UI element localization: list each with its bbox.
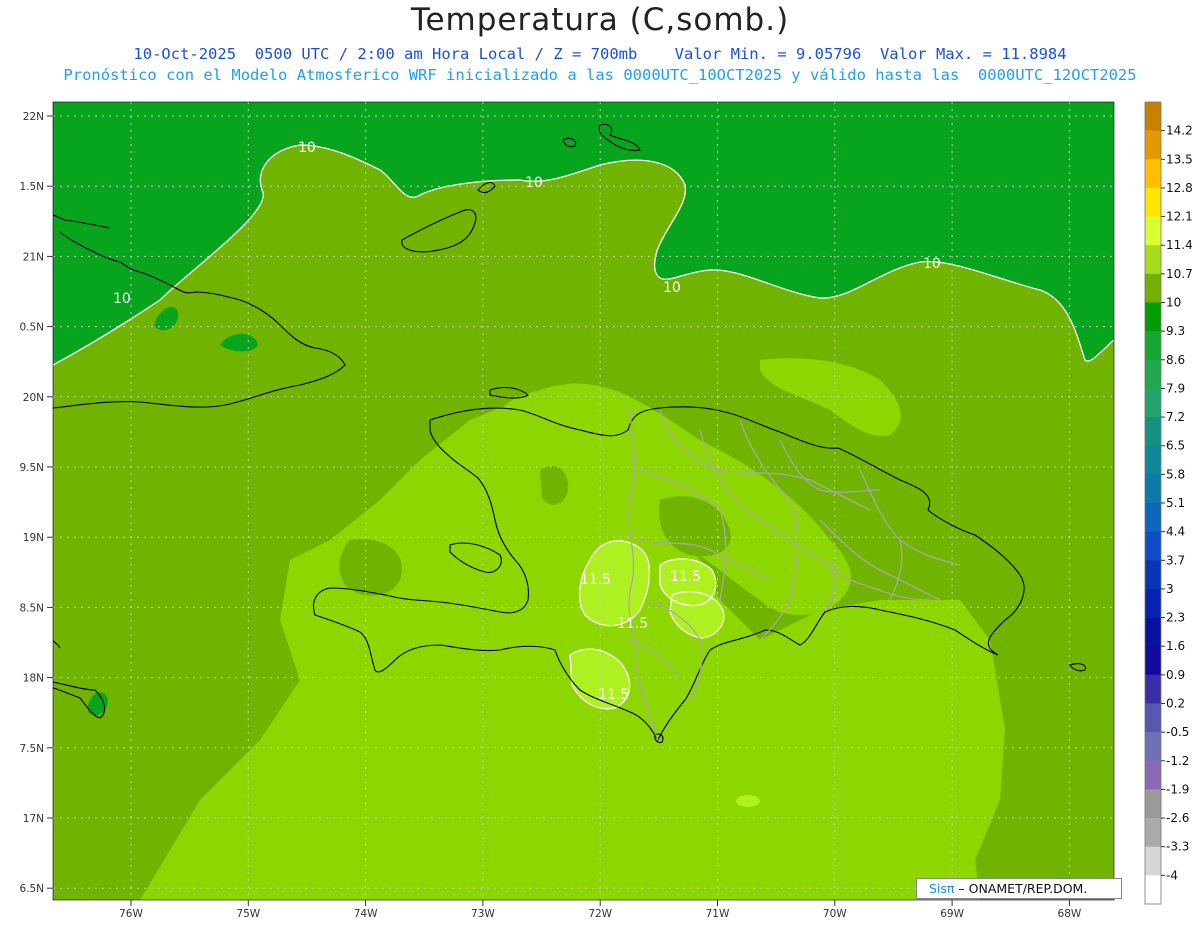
lon-tick-label: 75W <box>236 908 260 920</box>
band-11-4-patch <box>736 795 760 807</box>
color-scale-swatch <box>1145 617 1161 647</box>
color-scale-swatch <box>1145 273 1161 303</box>
lon-tick-label: 69W <box>940 908 964 920</box>
color-scale-label: 3.7 <box>1166 553 1185 567</box>
lat-tick-label: 7.5N <box>19 743 44 755</box>
color-scale-label: 13.5 <box>1166 152 1193 166</box>
color-scale-label: 1.6 <box>1166 639 1185 653</box>
contour-label: 10 <box>923 256 941 272</box>
color-scale-label: -0.5 <box>1166 725 1189 739</box>
lat-tick-label: 18N <box>23 673 44 685</box>
color-scale-label: 5.8 <box>1166 467 1185 481</box>
color-scale-swatch <box>1145 102 1161 131</box>
color-scale-swatch <box>1145 302 1161 332</box>
color-scale-swatch <box>1145 588 1161 618</box>
color-scale-swatch <box>1145 789 1161 819</box>
color-scale-swatch <box>1145 846 1161 876</box>
color-scale-label: 9.3 <box>1166 324 1185 338</box>
lat-tick-label: 21N <box>23 251 44 263</box>
color-scale-swatch <box>1145 703 1161 733</box>
color-scale-label: 5.1 <box>1166 496 1185 510</box>
color-scale-swatch <box>1145 187 1161 217</box>
color-scale-swatch <box>1145 245 1161 275</box>
color-scale-swatch <box>1145 674 1161 704</box>
color-scale-swatch <box>1145 732 1161 762</box>
color-scale-swatch <box>1145 875 1161 905</box>
color-scale-label: 2.3 <box>1166 611 1185 625</box>
contour-label: 11.5 <box>617 616 648 632</box>
color-scale-swatch <box>1145 445 1161 475</box>
contour-label: 10 <box>298 140 316 156</box>
color-scale-swatch <box>1145 646 1161 676</box>
lat-tick-label: 19N <box>23 532 44 544</box>
credit-text: – ONAMET/REP.DOM. <box>954 881 1088 896</box>
color-scale-label: 11.4 <box>1166 238 1193 252</box>
color-scale-label: 7.2 <box>1166 410 1185 424</box>
contour-label: 10 <box>663 280 681 296</box>
color-scale-label: -1.9 <box>1166 782 1189 796</box>
shaded-field <box>53 102 1114 900</box>
lat-tick-label: 0.5N <box>19 322 44 334</box>
color-scale-swatch <box>1145 388 1161 418</box>
color-scale-label: 10.7 <box>1166 267 1193 281</box>
lon-tick-label: 70W <box>823 908 847 920</box>
color-scale-label: 10 <box>1166 296 1181 310</box>
lon-tick-label: 76W <box>119 908 143 920</box>
color-scale-swatch <box>1145 159 1161 189</box>
color-scale-label: 14.2 <box>1166 124 1193 138</box>
lat-tick-label: 17N <box>23 813 44 825</box>
temperature-map: 10 10 10 10 10 11.5 11.5 11.5 11.5 22N 1.… <box>19 101 1193 920</box>
color-scale-label: 0.9 <box>1166 668 1185 682</box>
longitude-axis: 76W 75W 74W 73W 72W 71W 70W 69W 68W <box>119 900 1082 920</box>
color-scale-swatch <box>1145 359 1161 389</box>
color-scale-swatch <box>1145 531 1161 561</box>
credit-box: Sisπ – ONAMET/REP.DOM. <box>916 878 1122 899</box>
color-scale-label: 4.4 <box>1166 525 1185 539</box>
color-scale-label: -1.2 <box>1166 754 1189 768</box>
contour-label: 11.5 <box>580 572 611 588</box>
color-scale-swatch <box>1145 474 1161 504</box>
lon-tick-label: 72W <box>588 908 612 920</box>
color-scale-swatch <box>1145 130 1161 160</box>
lat-tick-label: 1.5N <box>19 181 44 193</box>
color-scale-swatch <box>1145 818 1161 848</box>
color-scale-label: 7.9 <box>1166 381 1185 395</box>
color-scale-swatch <box>1145 331 1161 361</box>
color-scale-label: 3 <box>1166 582 1174 596</box>
latitude-axis: 22N 1.5N 21N 0.5N 20N 9.5N 19N 8.5N 18N 7.5N 17N 6.… <box>19 111 53 895</box>
color-scale-label: -4 <box>1166 868 1178 882</box>
color-scale-swatch <box>1145 503 1161 532</box>
lat-tick-label: 22N <box>23 111 44 123</box>
lon-tick-label: 68W <box>1058 908 1082 920</box>
lon-tick-label: 74W <box>354 908 378 920</box>
color-scale-label: 6.5 <box>1166 439 1185 453</box>
color-scale-label: 8.6 <box>1166 353 1185 367</box>
color-scale-label: 12.1 <box>1166 210 1193 224</box>
color-scale-label: 12.8 <box>1166 181 1193 195</box>
lat-tick-label: 9.5N <box>19 462 44 474</box>
lon-tick-label: 71W <box>706 908 730 920</box>
color-scale-label: 0.2 <box>1166 697 1185 711</box>
color-scale-label: -3.3 <box>1166 840 1189 854</box>
color-scale-label: -2.6 <box>1166 811 1189 825</box>
color-scale-swatch <box>1145 560 1161 590</box>
contour-label: 11.5 <box>670 569 701 585</box>
color-scale-swatch <box>1145 216 1161 246</box>
lat-tick-label: 8.5N <box>19 602 44 614</box>
color-scale-swatch <box>1145 417 1161 447</box>
lon-tick-label: 73W <box>471 908 495 920</box>
lat-tick-label: 6.5N <box>19 883 44 895</box>
contour-label: 10 <box>525 175 543 191</box>
sispi-logo-text: Sisπ <box>929 881 955 896</box>
contour-label: 10 <box>113 291 131 307</box>
lat-tick-label: 20N <box>23 392 44 404</box>
color-scale-swatch <box>1145 760 1161 790</box>
color-scale-legend: 14.2 13.5 12.8 12.1 11.4 10.7 10 9.3 8.6 7.9 7.2 6.… <box>1144 101 1193 905</box>
contour-label: 11.5 <box>598 687 629 703</box>
